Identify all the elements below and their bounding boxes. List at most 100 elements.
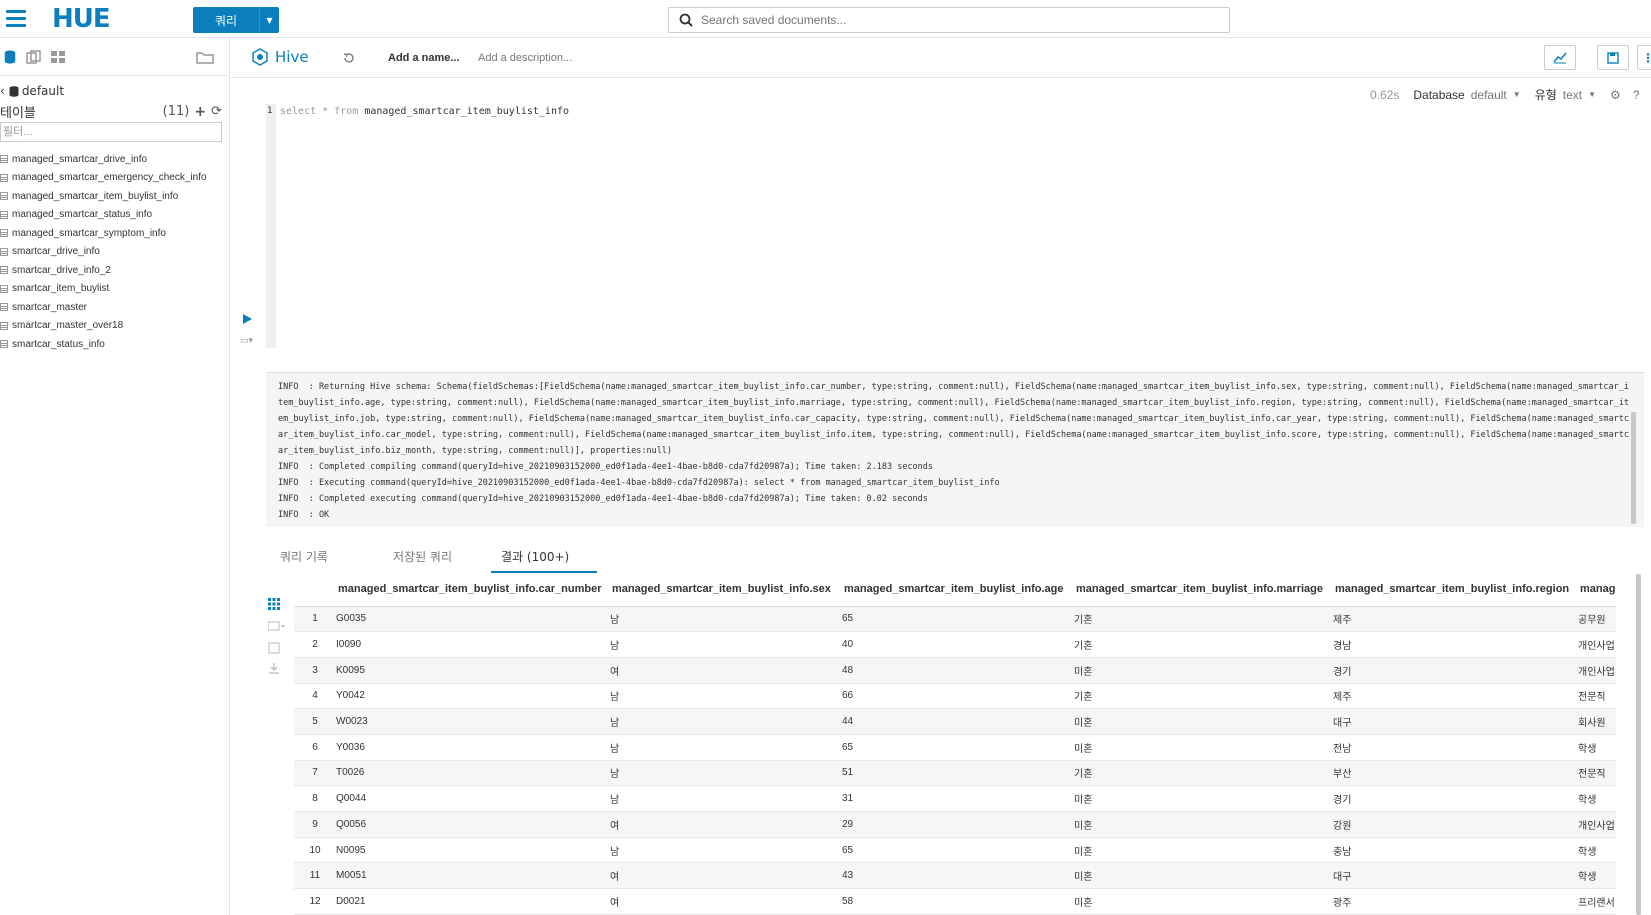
- editor-header: Hive Add a name... Add a description... …: [231, 38, 1651, 78]
- history-icon[interactable]: [343, 52, 355, 64]
- table-row[interactable]: 12 D0021 여 58 미혼 광주 프리랜서: [294, 888, 1616, 915]
- add-table-icon[interactable]: +: [194, 104, 206, 120]
- table-list-item[interactable]: smartcar_drive_info_2: [0, 261, 207, 280]
- table-cell: 기혼: [1074, 631, 1333, 658]
- table-icon: [0, 340, 8, 349]
- table-cell: 미혼: [1074, 862, 1333, 890]
- row-number: 3: [294, 657, 336, 684]
- grid-view-icon[interactable]: [268, 598, 280, 610]
- documents-icon[interactable]: [26, 50, 42, 64]
- table-icon: [0, 303, 8, 312]
- table-cell: 여: [610, 657, 842, 684]
- database-icon[interactable]: [2, 50, 18, 64]
- type-select[interactable]: text: [1563, 88, 1582, 102]
- table-list-item[interactable]: smartcar_master: [0, 298, 207, 317]
- table-list-item[interactable]: smartcar_master_over18: [0, 317, 207, 336]
- database-breadcrumb[interactable]: ‹ default: [0, 84, 64, 98]
- chart-button[interactable]: [1544, 45, 1576, 70]
- chevron-down-icon[interactable]: ▼: [1513, 90, 1521, 99]
- table-name: smartcar_status_info: [12, 338, 105, 350]
- snippet-icon[interactable]: ▭▾: [240, 336, 253, 346]
- table-cell: 기혼: [1074, 606, 1333, 633]
- more-options-button[interactable]: ⋮: [1637, 45, 1651, 70]
- table-cell: 40: [842, 631, 1074, 658]
- table-filter-input[interactable]: 필터...: [0, 122, 222, 142]
- column-header[interactable]: managed_smartcar_item_buylist_info.regio…: [1333, 572, 1578, 607]
- grid-icon[interactable]: [50, 50, 66, 64]
- table-row[interactable]: 3 K0095 여 48 미혼 경기 개인사업: [294, 657, 1616, 684]
- table-cell: 경기: [1333, 785, 1578, 812]
- hamburger-menu-icon[interactable]: [6, 10, 26, 27]
- table-row[interactable]: 5 W0023 남 44 미혼 대구 회사원: [294, 708, 1616, 735]
- column-header[interactable]: managed_smartcar_item_buylist_info.car_n…: [336, 572, 610, 607]
- row-number: 10: [294, 837, 336, 864]
- results-scrollbar[interactable]: [1636, 574, 1641, 915]
- row-number: 8: [294, 785, 336, 812]
- table-row[interactable]: 2 I0090 남 40 기혼 경남 개인사업: [294, 631, 1616, 658]
- table-list-item[interactable]: managed_smartcar_status_info: [0, 206, 207, 225]
- column-header[interactable]: managed_smartcar_item_buylist_info.marri…: [1074, 572, 1333, 607]
- expand-icon[interactable]: [268, 642, 280, 654]
- save-button[interactable]: [1597, 45, 1629, 70]
- table-cell: 58: [842, 888, 1074, 915]
- table-cell: 43: [842, 862, 1074, 890]
- table-cell: 남: [610, 631, 842, 658]
- table-row[interactable]: 7 T0026 남 51 기혼 부산 전문직: [294, 760, 1616, 787]
- tab-results[interactable]: 결과 (100+): [491, 548, 598, 573]
- table-cell: I0090: [336, 631, 610, 658]
- table-cell: 여: [610, 811, 842, 838]
- query-table: managed_smartcar_item_buylist_info: [364, 106, 570, 117]
- help-icon[interactable]: ?: [1633, 88, 1640, 102]
- table-row[interactable]: 4 Y0042 남 66 기혼 제주 전문직: [294, 683, 1616, 710]
- table-row[interactable]: 10 N0095 남 65 미혼 충남 학생: [294, 837, 1616, 864]
- add-name-field[interactable]: Add a name...: [388, 52, 460, 64]
- table-cell: 프리랜서: [1578, 888, 1616, 915]
- table-row[interactable]: 9 Q0056 여 29 미혼 강원 개인사업: [294, 811, 1616, 838]
- table-cell: 학생: [1578, 734, 1616, 761]
- table-cell: 미혼: [1074, 811, 1333, 838]
- table-list-item[interactable]: smartcar_status_info: [0, 335, 207, 354]
- table-list-item[interactable]: managed_smartcar_item_buylist_info: [0, 187, 207, 206]
- chart-view-icon[interactable]: [268, 620, 286, 632]
- column-header[interactable]: managed_smartcar_item_buylist_info.job: [1578, 572, 1616, 607]
- play-icon[interactable]: [242, 314, 252, 324]
- table-row[interactable]: 8 Q0044 남 31 미혼 경기 학생: [294, 785, 1616, 812]
- hue-logo[interactable]: HUE: [52, 4, 111, 34]
- table-row[interactable]: 11 M0051 여 43 미혼 대구 학생: [294, 862, 1616, 890]
- search-box[interactable]: [668, 7, 1230, 33]
- table-name: smartcar_master: [12, 301, 88, 313]
- query-button[interactable]: 쿼리 ▼: [193, 7, 279, 33]
- table-list-item[interactable]: smartcar_drive_info: [0, 243, 207, 262]
- table-cell: 대구: [1333, 862, 1578, 890]
- tab-saved-queries[interactable]: 저장된 쿼리: [393, 548, 452, 565]
- table-cell: 전남: [1333, 734, 1578, 761]
- column-header[interactable]: managed_smartcar_item_buylist_info.sex: [610, 572, 842, 607]
- table-row[interactable]: 6 Y0036 남 65 미혼 전남 학생: [294, 734, 1616, 761]
- database-select[interactable]: default: [1471, 88, 1507, 102]
- row-number: 4: [294, 683, 336, 710]
- table-name: managed_smartcar_drive_info: [12, 153, 148, 165]
- add-description-field[interactable]: Add a description...: [478, 52, 572, 64]
- chevron-down-icon[interactable]: ▼: [259, 7, 279, 33]
- back-arrow-icon[interactable]: ‹: [0, 84, 5, 98]
- refresh-icon[interactable]: ⟳: [211, 104, 222, 119]
- row-number: 5: [294, 708, 336, 735]
- column-header[interactable]: managed_smartcar_item_buylist_info.age: [842, 572, 1074, 607]
- download-icon[interactable]: [268, 662, 280, 674]
- table-list-item[interactable]: managed_smartcar_drive_info: [0, 150, 207, 169]
- table-icon: [0, 266, 8, 275]
- code-editor[interactable]: select * from managed_smartcar_item_buyl…: [280, 106, 569, 117]
- log-scrollbar[interactable]: [1631, 412, 1636, 524]
- table-row[interactable]: 1 G0035 남 65 기혼 제주 공무원: [294, 606, 1616, 633]
- search-input[interactable]: [701, 13, 1201, 27]
- table-list-item[interactable]: managed_smartcar_symptom_info: [0, 224, 207, 243]
- tab-query-history[interactable]: 쿼리 기록: [280, 548, 328, 565]
- table-icon: [0, 155, 8, 164]
- folder-icon[interactable]: [196, 50, 214, 64]
- chevron-down-icon[interactable]: ▼: [1588, 90, 1596, 99]
- tables-header: 테이블 (11) + ⟳: [0, 102, 222, 122]
- table-cell: Q0044: [336, 785, 610, 812]
- table-list-item[interactable]: managed_smartcar_emergency_check_info: [0, 169, 207, 188]
- settings-gear-icon[interactable]: ⚙: [1610, 88, 1621, 102]
- table-list-item[interactable]: smartcar_item_buylist: [0, 280, 207, 299]
